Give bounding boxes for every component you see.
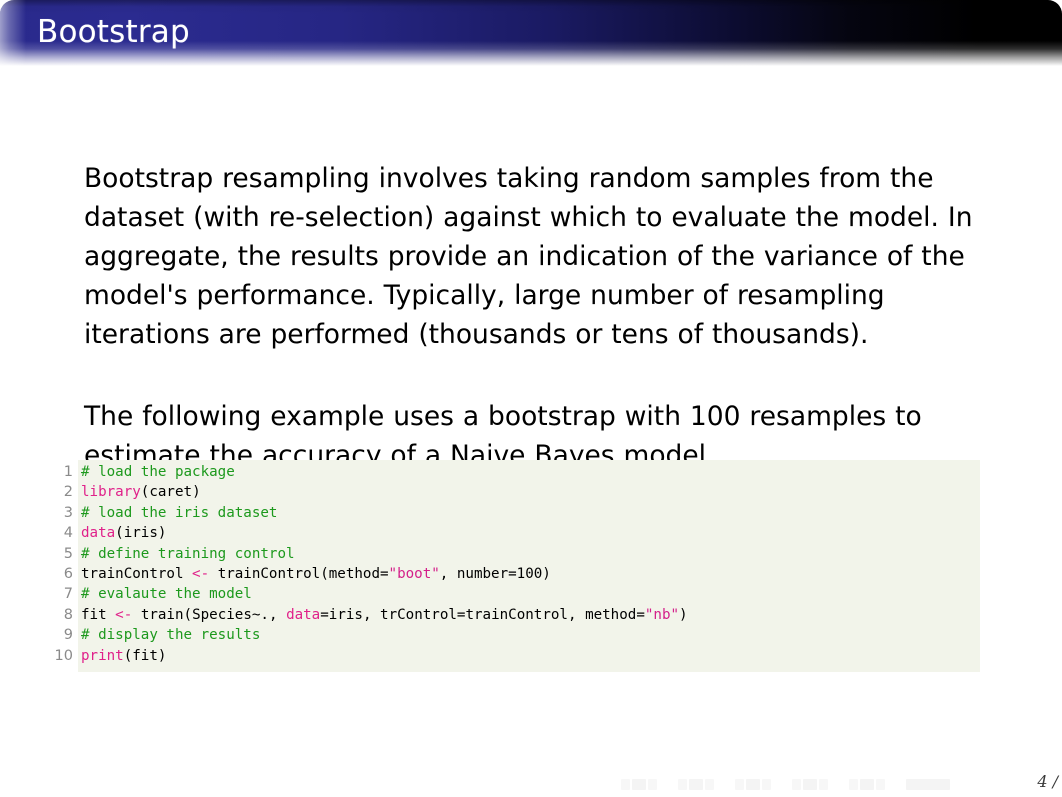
code-line-text: library(caret) [81,484,201,501]
code-line-number: 6 [63,565,73,582]
code-line-text: # display the results [81,627,261,644]
code-line-number: 8 [63,606,73,623]
subsection-forward-icon[interactable] [762,779,771,790]
code-line: 10 print(fit) [43,646,988,666]
slide-footer: 4 / [0,757,1062,797]
find-icon[interactable] [906,779,950,790]
appendix-icon[interactable] [860,779,874,790]
body-paragraph-1: Bootstrap resampling involves taking ran… [84,162,973,350]
section-back-icon[interactable] [792,779,801,790]
code-line-text: print(fit) [81,647,167,664]
code-line-text: # load the package [81,464,235,480]
nav-group-section[interactable] [792,779,828,790]
nav-group-subsection[interactable] [735,779,771,790]
frame-indicator-icon[interactable] [689,779,703,790]
code-line-number: 4 [63,525,73,542]
code-line-text: # define training control [81,545,295,562]
code-line-number: 5 [63,545,73,562]
code-line: 6 trainControl <- trainControl(method="bo… [43,564,988,584]
nav-group-frame[interactable] [678,779,714,790]
code-line: 8 fit <- train(Species~., data=iris, trCo… [43,605,988,625]
presentation-back-icon[interactable] [849,779,858,790]
code-line-number: 10 [54,647,73,664]
beamer-navigation-symbols[interactable] [621,779,950,790]
page-number: 4 / [1037,772,1058,791]
code-line-text: # load the iris dataset [81,504,278,521]
code-line: 2 library(caret) [43,482,988,502]
slide-content: Bootstrap resampling involves taking ran… [0,0,1062,797]
slide-indicator-icon[interactable] [632,779,646,790]
code-line-text: fit <- train(Species~., data=iris, trCon… [81,606,688,623]
code-listing: 1 # load the package 2 library(caret) 3 # loa… [43,462,988,666]
subsection-indicator-icon[interactable] [746,779,760,790]
code-line-number: 7 [63,586,73,603]
code-line: 5 # define training control [43,544,988,564]
code-line: 1 # load the package [43,462,988,482]
code-line: 3 # load the iris dataset [43,503,988,523]
code-line: 4 data(iris) [43,523,988,543]
code-line-text: # evalaute the model [81,586,252,603]
nav-group-presentation[interactable] [849,779,885,790]
code-line-text: trainControl <- trainControl(method="boo… [81,565,551,582]
frame-forward-icon[interactable] [705,779,714,790]
code-line-text: data(iris) [81,525,167,542]
code-line-number: 1 [63,464,73,480]
code-line-number: 2 [63,484,73,501]
code-line: 7 # evalaute the model [43,584,988,604]
section-forward-icon[interactable] [819,779,828,790]
frame-back-icon[interactable] [678,779,687,790]
code-line-number: 3 [63,504,73,521]
nav-group-slide[interactable] [621,779,657,790]
slide-forward-icon[interactable] [648,779,657,790]
subsection-back-icon[interactable] [735,779,744,790]
presentation-forward-icon[interactable] [876,779,885,790]
section-indicator-icon[interactable] [803,779,817,790]
code-line: 9 # display the results [43,625,988,645]
slide-back-icon[interactable] [621,779,630,790]
code-line-number: 9 [63,627,73,644]
